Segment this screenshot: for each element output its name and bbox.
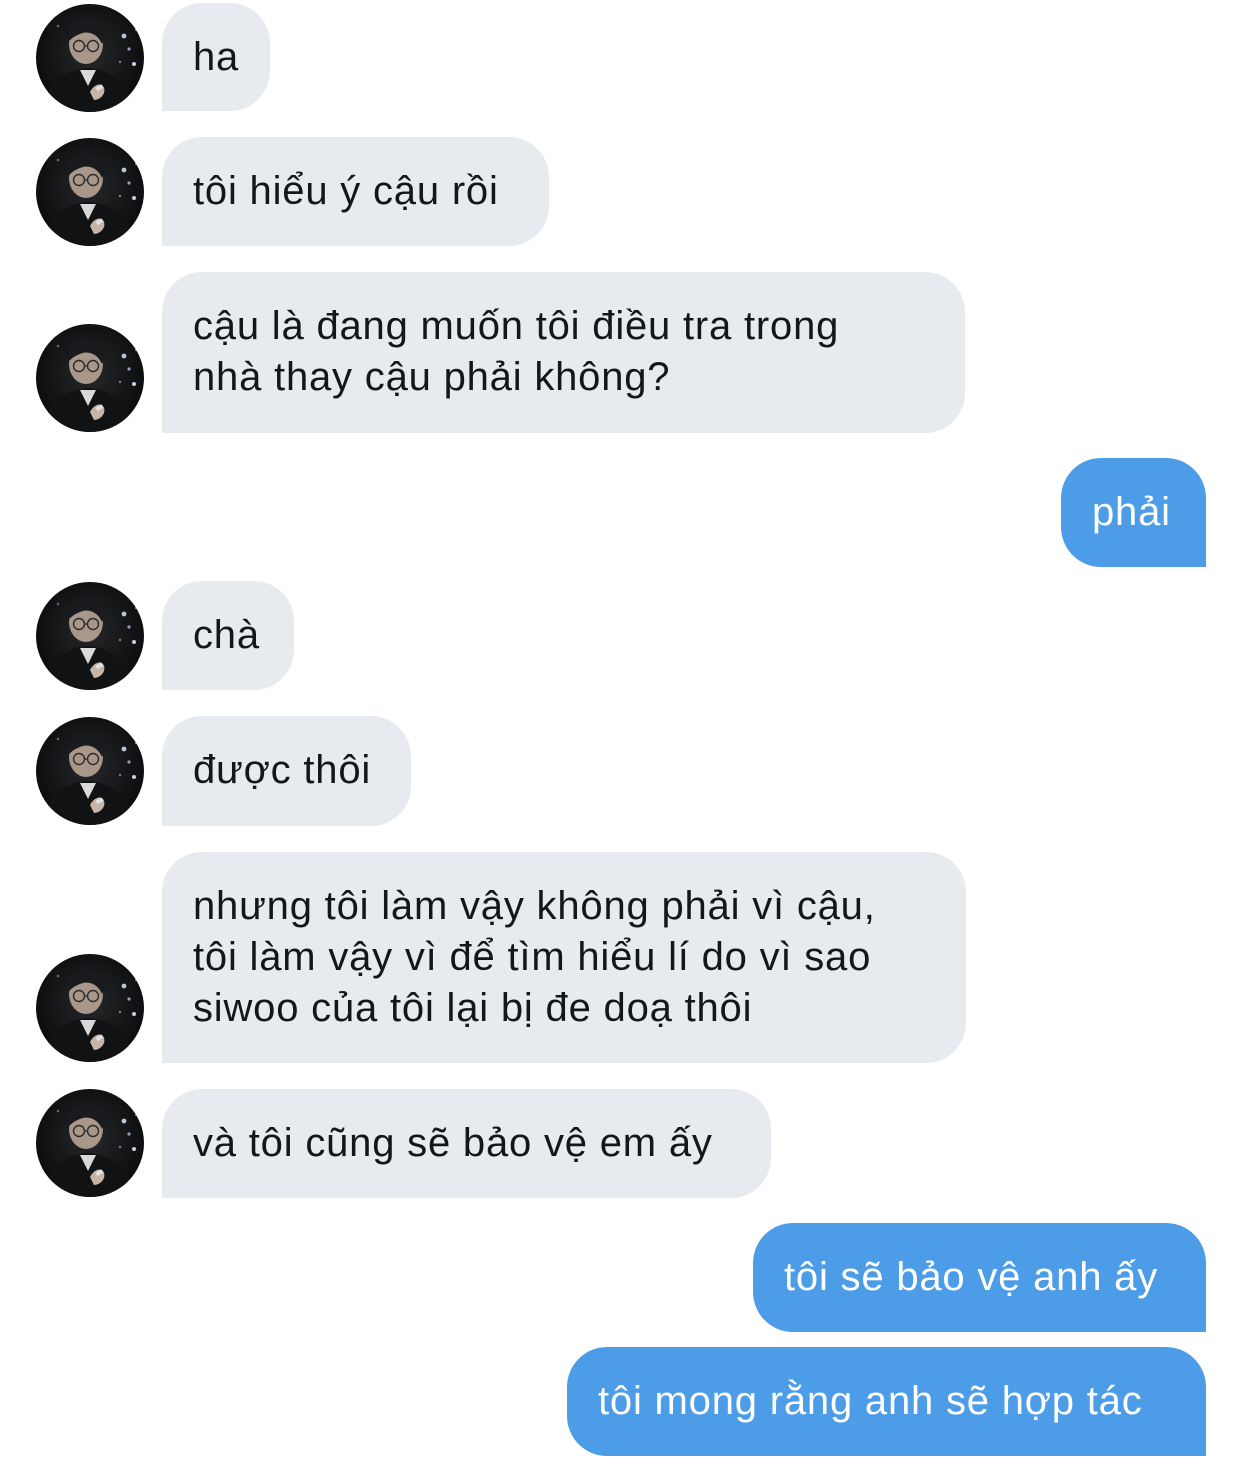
contact-avatar-icon[interactable] bbox=[36, 138, 144, 246]
contact-avatar-icon[interactable] bbox=[36, 324, 144, 432]
message-bubble[interactable]: tôi mong rằng anh sẽ hợp tác bbox=[567, 1347, 1206, 1456]
message-bubble[interactable]: nhưng tôi làm vậy không phải vì cậu, tôi… bbox=[162, 852, 966, 1063]
contact-avatar-icon[interactable] bbox=[36, 717, 144, 825]
message-bubble[interactable]: tôi hiểu ý cậu rồi bbox=[162, 137, 549, 246]
message-bubble[interactable]: chà bbox=[162, 581, 294, 690]
contact-avatar-icon[interactable] bbox=[36, 954, 144, 1062]
message-bubble[interactable]: phải bbox=[1061, 458, 1206, 567]
contact-avatar-icon[interactable] bbox=[36, 4, 144, 112]
message-bubble[interactable]: cậu là đang muốn tôi điều tra trong nhà … bbox=[162, 272, 965, 433]
message-bubble[interactable]: được thôi bbox=[162, 716, 411, 826]
message-bubble[interactable]: ha bbox=[162, 3, 270, 111]
contact-avatar-icon[interactable] bbox=[36, 1089, 144, 1197]
message-bubble[interactable]: tôi sẽ bảo vệ anh ấy bbox=[753, 1223, 1206, 1332]
message-bubble[interactable]: và tôi cũng sẽ bảo vệ em ấy bbox=[162, 1089, 771, 1198]
contact-avatar-icon[interactable] bbox=[36, 582, 144, 690]
